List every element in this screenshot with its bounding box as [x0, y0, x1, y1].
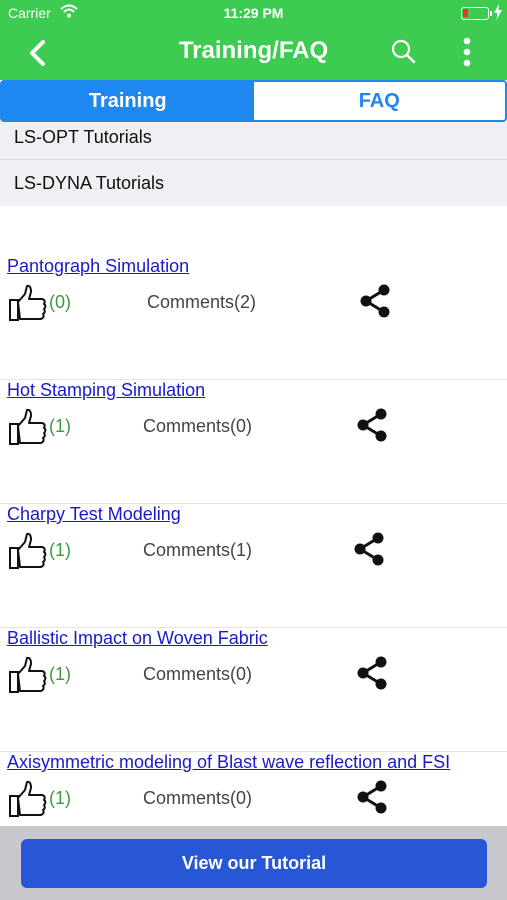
share-icon — [357, 656, 387, 690]
share-icon — [360, 284, 390, 318]
tab-faq[interactable]: FAQ — [254, 82, 506, 120]
tutorial-item: Hot Stamping Simulation (1) Comments(0) — [0, 380, 507, 504]
more-options-button[interactable] — [455, 36, 479, 68]
status-time: 11:29 PM — [223, 5, 284, 21]
comments-link[interactable]: Comments(1) — [143, 540, 252, 561]
battery-icon — [461, 7, 492, 20]
tutorial-link[interactable]: Ballistic Impact on Woven Fabric — [7, 628, 268, 649]
status-bar: Carrier 11:29 PM — [0, 0, 507, 26]
tutorial-link[interactable]: Axisymmetric modeling of Blast wave refl… — [7, 752, 450, 773]
more-vertical-icon — [463, 37, 471, 67]
thumbs-up-icon — [9, 408, 47, 445]
tutorial-link[interactable]: Charpy Test Modeling — [7, 504, 181, 525]
tutorial-link[interactable]: Hot Stamping Simulation — [7, 380, 205, 401]
comments-link[interactable]: Comments(0) — [143, 416, 252, 437]
thumbs-up-icon — [9, 780, 47, 817]
category-ls-opt-tutorials[interactable]: LS-OPT Tutorials — [0, 122, 507, 160]
category-ls-dyna-tutorials[interactable]: LS-DYNA Tutorials — [0, 160, 507, 206]
like-count: (1) — [49, 788, 71, 808]
share-button[interactable] — [355, 656, 389, 690]
view-tutorial-button[interactable]: View our Tutorial — [21, 839, 487, 888]
like-button[interactable] — [8, 656, 48, 694]
tutorial-item: Charpy Test Modeling (1) Comments(1) — [0, 504, 507, 628]
tab-training[interactable]: Training — [2, 82, 254, 120]
segmented-control: Training FAQ — [0, 80, 507, 122]
like-button[interactable] — [8, 532, 48, 570]
search-button[interactable] — [390, 38, 418, 66]
like-count: (0) — [49, 292, 71, 312]
share-button[interactable] — [358, 284, 392, 318]
like-button[interactable] — [8, 780, 48, 818]
like-count: (1) — [49, 664, 71, 684]
share-button[interactable] — [352, 532, 386, 566]
charging-bolt-icon — [494, 4, 502, 23]
comments-link[interactable]: Comments(2) — [147, 292, 256, 313]
comments-link[interactable]: Comments(0) — [143, 664, 252, 685]
like-button[interactable] — [8, 408, 48, 446]
bottom-bar: View our Tutorial — [0, 826, 507, 900]
tutorial-item: Pantograph Simulation (0) Comments(2) — [0, 256, 507, 380]
share-button[interactable] — [355, 408, 389, 442]
share-icon — [354, 532, 384, 566]
like-button[interactable] — [8, 284, 48, 322]
comments-link[interactable]: Comments(0) — [143, 788, 252, 809]
tutorial-link[interactable]: Pantograph Simulation — [7, 256, 189, 277]
thumbs-up-icon — [9, 532, 47, 569]
tutorial-item: Ballistic Impact on Woven Fabric (1) Com… — [0, 628, 507, 752]
share-icon — [357, 780, 387, 814]
nav-bar: Training/FAQ — [0, 26, 507, 80]
search-icon — [391, 39, 416, 64]
like-count: (1) — [49, 416, 71, 436]
page-title: Training/FAQ — [178, 37, 329, 64]
like-count: (1) — [49, 540, 71, 560]
thumbs-up-icon — [9, 284, 47, 321]
thumbs-up-icon — [9, 656, 47, 693]
header: Carrier 11:29 PM Training/FAQ — [0, 0, 507, 80]
share-icon — [357, 408, 387, 442]
share-button[interactable] — [355, 780, 389, 814]
